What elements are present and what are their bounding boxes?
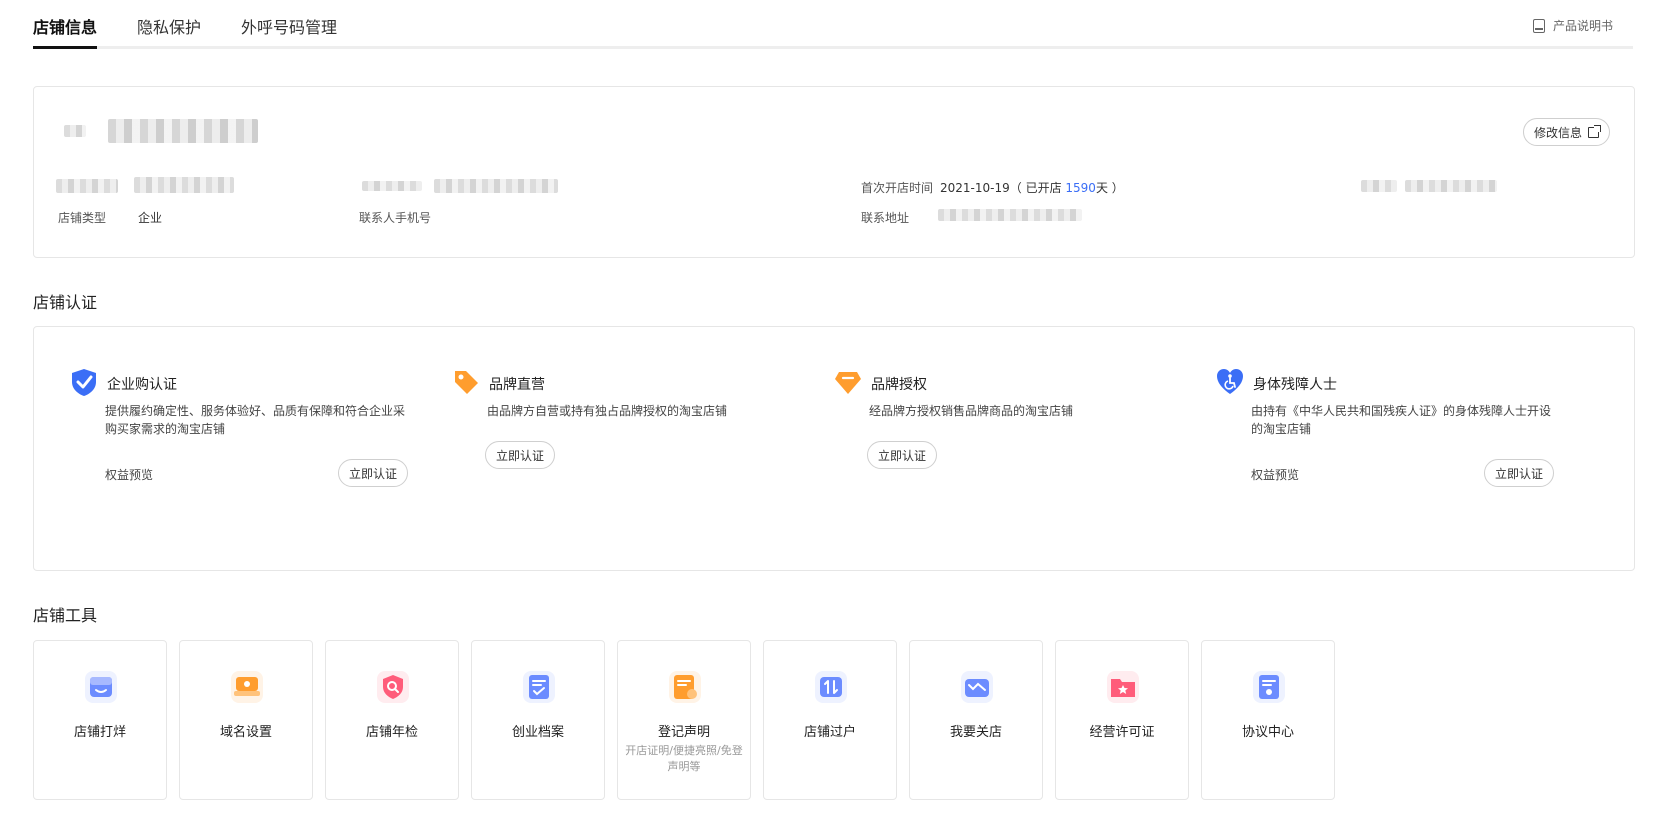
address-label: 联系地址 xyxy=(861,211,910,225)
tool-name: 经营许可证 xyxy=(1089,725,1155,740)
redacted-field xyxy=(56,179,118,193)
tools-section-title: 店铺工具 xyxy=(33,606,98,625)
redacted-address xyxy=(938,209,1082,221)
shop-type-value: 企业 xyxy=(138,211,163,225)
certify-button[interactable]: 立即认证 xyxy=(1484,459,1555,487)
shop-type-label: 店铺类型 xyxy=(58,211,107,225)
tool-name: 登记声明 xyxy=(657,725,710,740)
inspection-icon xyxy=(377,671,409,703)
cert-section-title: 店铺认证 xyxy=(33,293,98,312)
tool-close-shop[interactable]: 我要关店 xyxy=(909,640,1043,800)
open-days: 1590 xyxy=(1065,181,1096,195)
cert-card: 企业购认证 提供履约确定性、服务体验好、品质有保障和符合企业采购买家需求的淘宝店… xyxy=(33,326,1635,571)
open-time-value: 2021-10-19（ 已开店 1590天 ） xyxy=(940,179,1124,196)
certify-button[interactable]: 立即认证 xyxy=(485,441,556,469)
certify-button[interactable]: 立即认证 xyxy=(867,441,938,469)
tab-privacy[interactable]: 隐私保护 xyxy=(137,14,201,38)
certify-button[interactable]: 立即认证 xyxy=(338,459,409,487)
archive-icon xyxy=(523,671,555,703)
tool-shop-close[interactable]: 店铺打烊 xyxy=(33,640,167,800)
contact-phone-label: 联系人手机号 xyxy=(359,211,432,225)
tool-register-statement[interactable]: 登记声明 开店证明/便捷亮照/免登声明等 xyxy=(617,640,751,800)
open-suffix: 天 ） xyxy=(1095,181,1124,195)
tool-archive[interactable]: 创业档案 xyxy=(471,640,605,800)
tab-divider xyxy=(33,46,1633,49)
tool-name: 我要关店 xyxy=(949,725,1002,740)
tool-name: 店铺过户 xyxy=(803,725,856,740)
redacted-field xyxy=(134,177,234,193)
cert-item-brand-authorized: 品牌授权 经品牌方授权销售品牌商品的淘宝店铺 立即认证 xyxy=(833,367,1173,527)
tool-domain[interactable]: 域名设置 xyxy=(179,640,313,800)
redacted-logo xyxy=(64,125,86,137)
tool-name: 域名设置 xyxy=(219,725,272,740)
cert-name: 企业购认证 xyxy=(107,377,177,393)
tool-business-license[interactable]: 经营许可证 xyxy=(1055,640,1189,800)
tool-transfer[interactable]: 店铺过户 xyxy=(763,640,897,800)
tab-bar: 店铺信息 隐私保护 外呼号码管理 产品说明书 xyxy=(33,0,1633,50)
shield-check-icon xyxy=(72,369,96,396)
cert-desc: 由品牌方自营或持有独占品牌授权的淘宝店铺 xyxy=(487,404,728,418)
redacted-field xyxy=(434,179,558,193)
shop-info-card: 修改信息 首次开店时间 2021-10-19（ 已开店 1590天 ） 店铺类型… xyxy=(33,86,1635,258)
tool-agreement-center[interactable]: 协议中心 xyxy=(1201,640,1335,800)
redacted-field xyxy=(1361,180,1397,192)
redacted-field xyxy=(1405,180,1497,192)
diamond-icon xyxy=(835,372,861,394)
agreement-icon xyxy=(1253,671,1285,703)
tool-annual-inspection[interactable]: 店铺年检 xyxy=(325,640,459,800)
benefit-preview-link[interactable]: 权益预览 xyxy=(105,466,153,483)
tag-icon xyxy=(455,371,478,394)
transfer-icon xyxy=(815,671,847,703)
tool-name: 店铺打烊 xyxy=(73,725,126,740)
product-manual-label: 产品说明书 xyxy=(1552,19,1613,33)
register-icon xyxy=(669,671,701,703)
benefit-preview-link[interactable]: 权益预览 xyxy=(1251,466,1299,483)
open-prefix: （ 已开店 xyxy=(1009,181,1066,195)
heart-wheelchair-icon xyxy=(1217,369,1243,394)
redacted-field xyxy=(362,181,422,191)
redacted-shop-name xyxy=(108,119,258,143)
cert-item-disabled-person: 身体残障人士 由持有《中华人民共和国残疾人证》的身体残障人士开设的淘宝店铺 权益… xyxy=(1215,367,1555,527)
cert-item-brand-direct: 品牌直营 由品牌方自营或持有独占品牌授权的淘宝店铺 立即认证 xyxy=(451,367,791,527)
tool-subtitle: 开店证明/便捷亮照/免登声明等 xyxy=(625,744,743,773)
tool-name: 协议中心 xyxy=(1241,725,1294,740)
cert-name: 身体残障人士 xyxy=(1253,377,1337,393)
open-date: 2021-10-19 xyxy=(940,181,1010,195)
edit-info-label: 修改信息 xyxy=(1533,125,1582,140)
tool-name: 创业档案 xyxy=(511,725,564,740)
close-shop-icon xyxy=(961,671,993,703)
open-time-label: 首次开店时间 xyxy=(861,181,934,195)
cert-item-enterprise: 企业购认证 提供履约确定性、服务体验好、品质有保障和符合企业采购买家需求的淘宝店… xyxy=(69,367,409,527)
cert-desc: 由持有《中华人民共和国残疾人证》的身体残障人士开设的淘宝店铺 xyxy=(1251,404,1552,436)
book-icon xyxy=(1532,18,1545,33)
tool-name: 店铺年检 xyxy=(365,725,418,740)
tab-active-indicator xyxy=(33,46,97,49)
tab-outbound-numbers[interactable]: 外呼号码管理 xyxy=(241,14,337,38)
product-manual-link[interactable]: 产品说明书 xyxy=(1532,17,1613,34)
edit-info-button[interactable]: 修改信息 xyxy=(1522,118,1610,146)
cert-desc: 提供履约确定性、服务体验好、品质有保障和符合企业采购买家需求的淘宝店铺 xyxy=(105,404,406,436)
cert-desc: 经品牌方授权销售品牌商品的淘宝店铺 xyxy=(869,404,1074,418)
license-icon xyxy=(1107,671,1139,703)
external-link-icon xyxy=(1588,124,1601,138)
shop-close-icon xyxy=(85,671,117,703)
cert-name: 品牌授权 xyxy=(871,377,927,393)
domain-icon xyxy=(231,671,263,703)
cert-name: 品牌直营 xyxy=(489,377,545,393)
tab-shop-info[interactable]: 店铺信息 xyxy=(33,14,97,38)
